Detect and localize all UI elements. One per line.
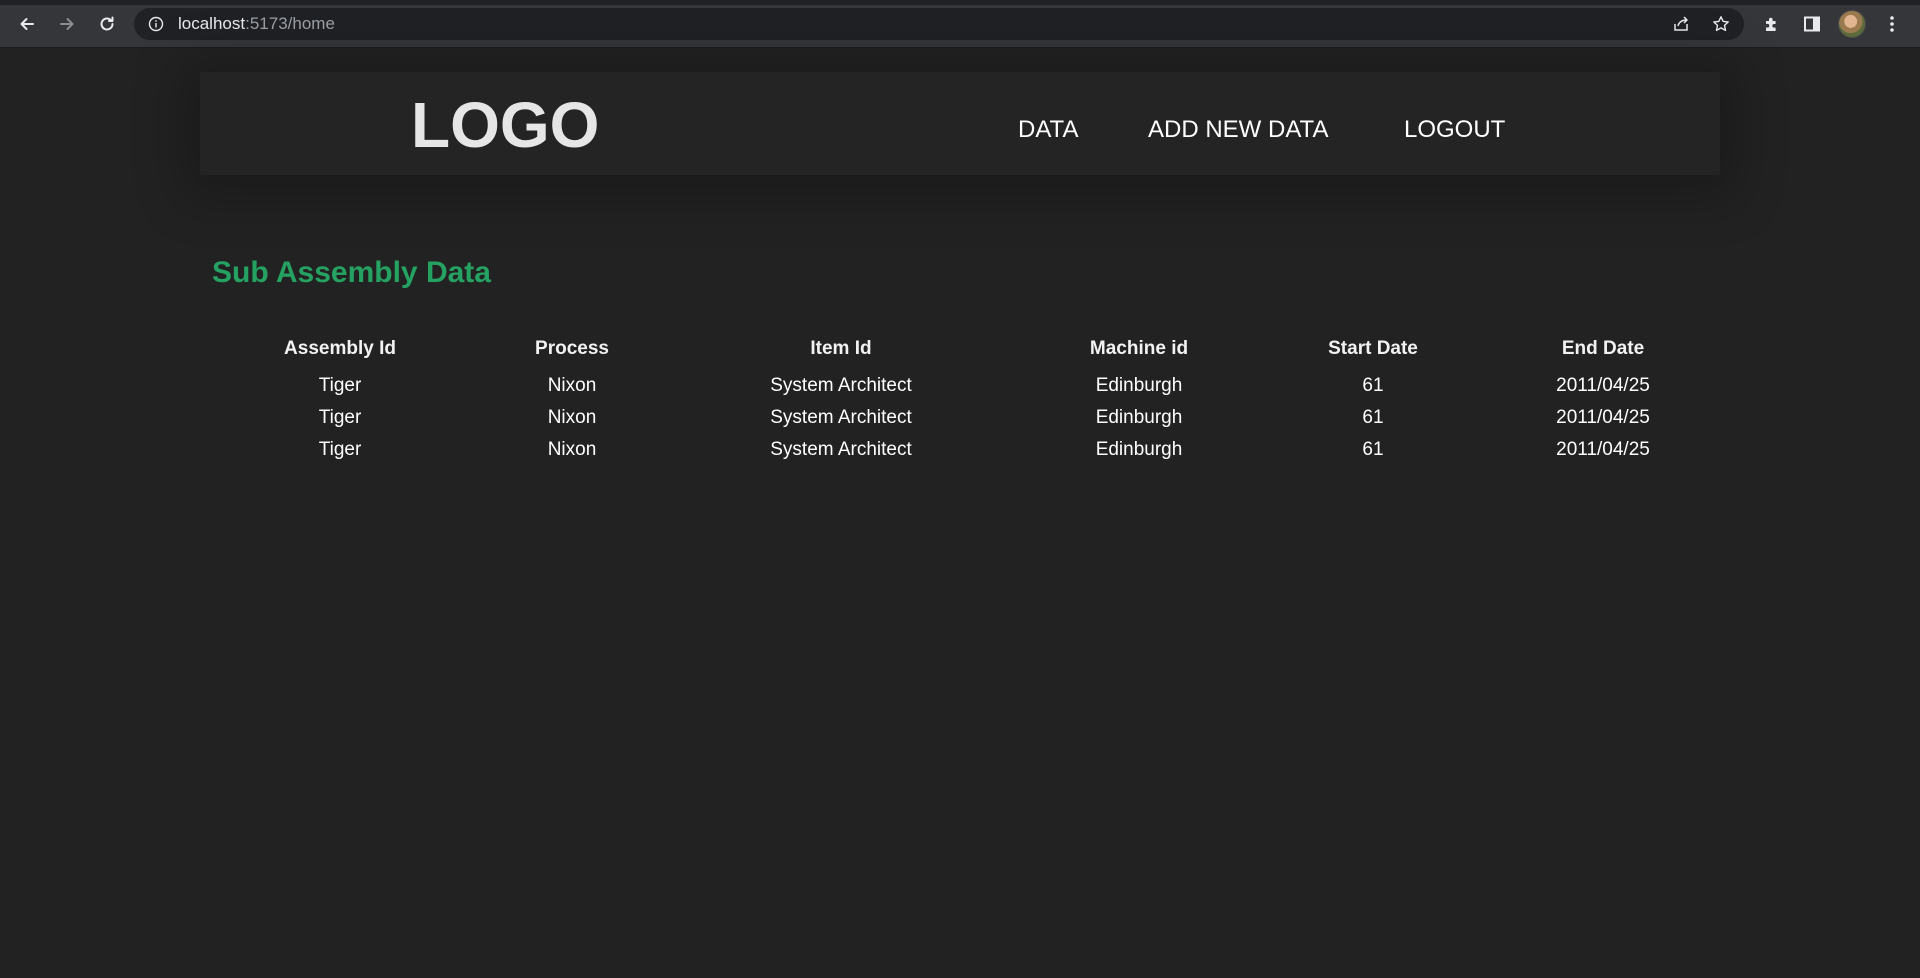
cell-start-date: 61 [1362, 375, 1384, 396]
tab-strip [0, 0, 1920, 5]
app-header: LOGO DATA ADD NEW DATA LOGOUT [200, 72, 1720, 175]
table-row: Tiger Nixon System Architect Edinburgh 6… [200, 402, 1720, 434]
puzzle-icon [1766, 17, 1776, 31]
forward-button[interactable] [53, 10, 81, 38]
bookmark-star-icon[interactable] [1712, 15, 1730, 33]
column-header-start-date: Start Date [1328, 338, 1418, 359]
info-icon[interactable] [148, 16, 164, 32]
column-header-item-id: Item Id [810, 338, 872, 359]
sub-assembly-table: Assembly Id Process Item Id Machine id S… [200, 336, 1720, 466]
table-row: Tiger Nixon System Architect Edinburgh 6… [200, 434, 1720, 466]
cell-item-id: System Architect [770, 407, 912, 428]
back-button[interactable] [13, 10, 41, 38]
url-host: localhost [178, 14, 246, 33]
nav-add-new-data-link[interactable]: ADD NEW DATA [1148, 116, 1328, 144]
side-panel-button[interactable] [1798, 10, 1826, 38]
cell-process: Nixon [547, 439, 597, 460]
table-header-row: Assembly Id Process Item Id Machine id S… [200, 336, 1720, 370]
url-path: :5173/home [245, 14, 335, 33]
cell-assembly-id: Tiger [318, 439, 362, 460]
cell-process: Nixon [547, 375, 597, 396]
cell-machine-id: Edinburgh [1095, 375, 1183, 396]
column-header-end-date: End Date [1561, 338, 1645, 359]
cell-end-date: 2011/04/25 [1556, 407, 1650, 428]
address-bar[interactable]: localhost:5173/home [134, 8, 1744, 40]
reload-button[interactable] [93, 10, 121, 38]
arrow-left-icon [20, 18, 34, 30]
cell-start-date: 61 [1362, 439, 1384, 460]
share-icon[interactable] [1672, 15, 1690, 33]
cell-end-date: 2011/04/25 [1556, 439, 1650, 460]
logo[interactable]: LOGO [411, 88, 599, 162]
side-panel-icon [1804, 16, 1820, 32]
kebab-menu-icon [1890, 16, 1894, 32]
cell-item-id: System Architect [770, 375, 912, 396]
nav-logout-link[interactable]: LOGOUT [1404, 116, 1505, 144]
cell-assembly-id: Tiger [318, 407, 362, 428]
browser-chrome: localhost:5173/home [0, 0, 1920, 48]
table-row: Tiger Nixon System Architect Edinburgh 6… [200, 370, 1720, 402]
cell-start-date: 61 [1362, 407, 1384, 428]
browser-menu-button[interactable] [1878, 10, 1906, 38]
cell-machine-id: Edinburgh [1095, 439, 1183, 460]
nav-data-link[interactable]: DATA [1018, 116, 1078, 144]
column-header-machine-id: Machine id [1089, 338, 1189, 359]
cell-end-date: 2011/04/25 [1556, 375, 1650, 396]
cell-machine-id: Edinburgh [1095, 407, 1183, 428]
profile-avatar[interactable] [1838, 10, 1866, 38]
cell-process: Nixon [547, 407, 597, 428]
page-title: Sub Assembly Data [212, 256, 491, 289]
arrow-right-icon [60, 18, 74, 30]
cell-assembly-id: Tiger [318, 375, 362, 396]
extensions-button[interactable] [1758, 10, 1786, 38]
reload-icon [100, 16, 114, 31]
column-header-assembly-id: Assembly Id [284, 338, 396, 359]
cell-item-id: System Architect [770, 439, 912, 460]
column-header-process: Process [535, 338, 609, 359]
url-text: localhost:5173/home [178, 15, 335, 33]
